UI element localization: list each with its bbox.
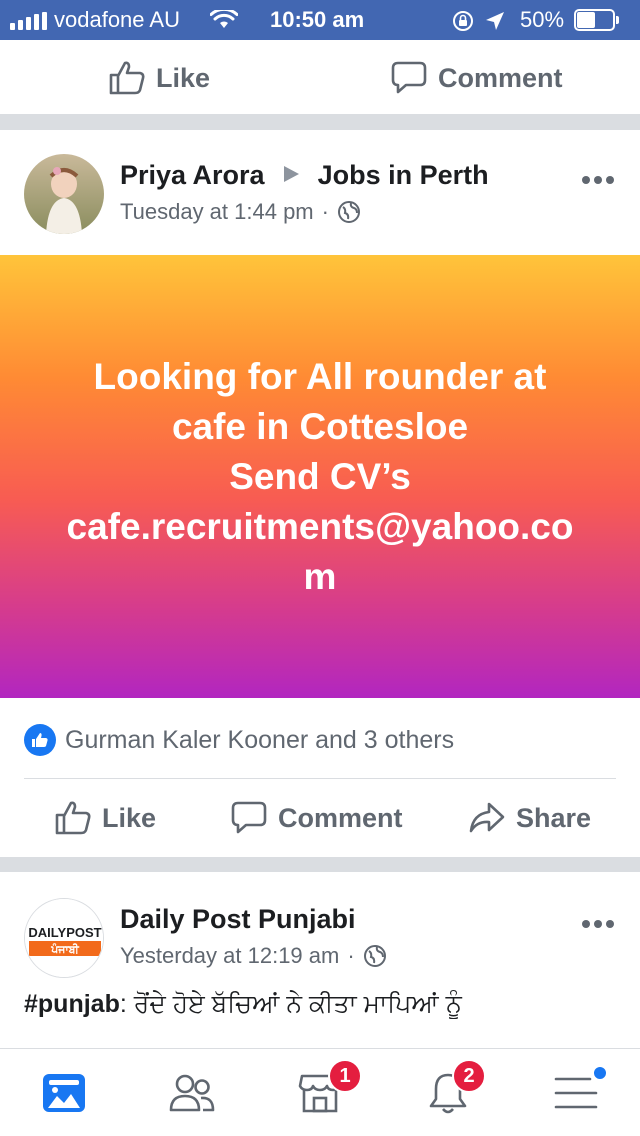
post-meta: Yesterday at 12:19 am · (120, 943, 387, 969)
like-button[interactable]: Like (108, 60, 210, 96)
battery-icon (574, 9, 620, 31)
notifications-badge: 2 (452, 1059, 486, 1093)
author-avatar[interactable] (24, 154, 104, 234)
share-arrow-icon (469, 802, 505, 833)
comment-bubble-icon (391, 61, 427, 94)
tab-notifications[interactable]: 2 (384, 1049, 512, 1136)
post-card: DAILYPOST ਪੰਜਾਬੀ Daily Post Punjabi Yest… (0, 872, 640, 1048)
post-body-text: #punjab: ਰੋਂਦੇ ਹੋਏ ਬੱਚਿਆਂ ਨੇ ਕੀਤਾ ਮਾਪਿਆਂ… (24, 990, 624, 1019)
banner-text: Looking for All rounder at cafe in Cotte… (40, 352, 600, 602)
rotation-lock-icon (453, 11, 473, 31)
menu-notification-dot (592, 1065, 608, 1081)
status-bar: vodafone AU 10:50 am 50% (0, 0, 640, 40)
previous-post-actions: Like Comment (0, 40, 640, 114)
globe-icon (363, 945, 386, 967)
caret-right-icon (284, 166, 300, 182)
post-author-line: Priya Arora Jobs in Perth (120, 160, 489, 191)
tab-menu[interactable] (512, 1049, 640, 1136)
thumbs-up-icon (109, 61, 145, 95)
more-options-button[interactable] (582, 920, 614, 928)
wifi-icon (210, 10, 238, 28)
comment-bubble-icon (231, 801, 267, 834)
reactions-text: Gurman Kaler Kooner and 3 others (65, 725, 455, 754)
like-reaction-icon (24, 724, 56, 756)
banner-line: Looking for All rounder at (93, 355, 547, 397)
post-timestamp[interactable]: Tuesday at 1:44 pm (120, 199, 314, 225)
post-card: Priya Arora Jobs in Perth Tuesday at 1:4… (0, 130, 640, 857)
post-author-name[interactable]: Daily Post Punjabi (120, 904, 356, 935)
post-timestamp[interactable]: Yesterday at 12:19 am (120, 943, 339, 969)
group-name[interactable]: Jobs in Perth (318, 160, 489, 190)
hashtag-link[interactable]: #punjab (24, 990, 120, 1018)
battery-percent: 50% (520, 7, 565, 32)
author-avatar[interactable]: DAILYPOST ਪੰਜਾਬੀ (24, 898, 104, 978)
like-button[interactable]: Like (54, 800, 156, 836)
meta-separator: · (347, 943, 355, 968)
post-text-banner: Looking for All rounder at cafe in Cotte… (0, 255, 640, 698)
more-options-button[interactable] (582, 176, 614, 184)
carrier-name: vodafone AU (54, 7, 180, 32)
share-button[interactable]: Share (468, 800, 591, 836)
post-author-name[interactable]: Priya Arora (120, 160, 265, 190)
tab-marketplace[interactable]: 1 (256, 1049, 384, 1136)
divider (24, 778, 616, 779)
comment-button[interactable]: Comment (390, 60, 563, 96)
post-body: : ਰੋਂਦੇ ਹੋਏ ਬੱਚਿਆਂ ਨੇ ਕੀਤਾ ਮਾਪਿਆਂ ਨੂੰ (119, 990, 462, 1018)
news-feed-icon (43, 1074, 85, 1112)
avatar-logo-subtext: ਪੰਜਾਬੀ (50, 942, 79, 956)
post-meta: Tuesday at 1:44 pm · (120, 199, 361, 225)
bottom-tab-bar: 1 2 (0, 1048, 640, 1136)
friends-icon (169, 1074, 215, 1112)
banner-line: cafe.recruitments@yahoo.com (66, 505, 574, 597)
menu-icon (554, 1077, 598, 1109)
globe-icon (337, 201, 360, 223)
avatar-logo-text: DAILYPOST (28, 925, 101, 940)
comment-button[interactable]: Comment (230, 800, 403, 836)
tab-news-feed[interactable] (0, 1049, 128, 1136)
reactions-summary[interactable]: Gurman Kaler Kooner and 3 others (24, 724, 454, 756)
meta-separator: · (321, 199, 329, 224)
location-arrow-icon (486, 12, 504, 30)
thumbs-up-icon (55, 801, 91, 835)
marketplace-badge: 1 (328, 1059, 362, 1093)
tab-friends[interactable] (128, 1049, 256, 1136)
clock: 10:50 am (270, 7, 365, 32)
signal-strength-icon (10, 12, 48, 30)
banner-line: Send CV’s (229, 455, 411, 497)
banner-line: cafe in Cottesloe (171, 405, 469, 447)
